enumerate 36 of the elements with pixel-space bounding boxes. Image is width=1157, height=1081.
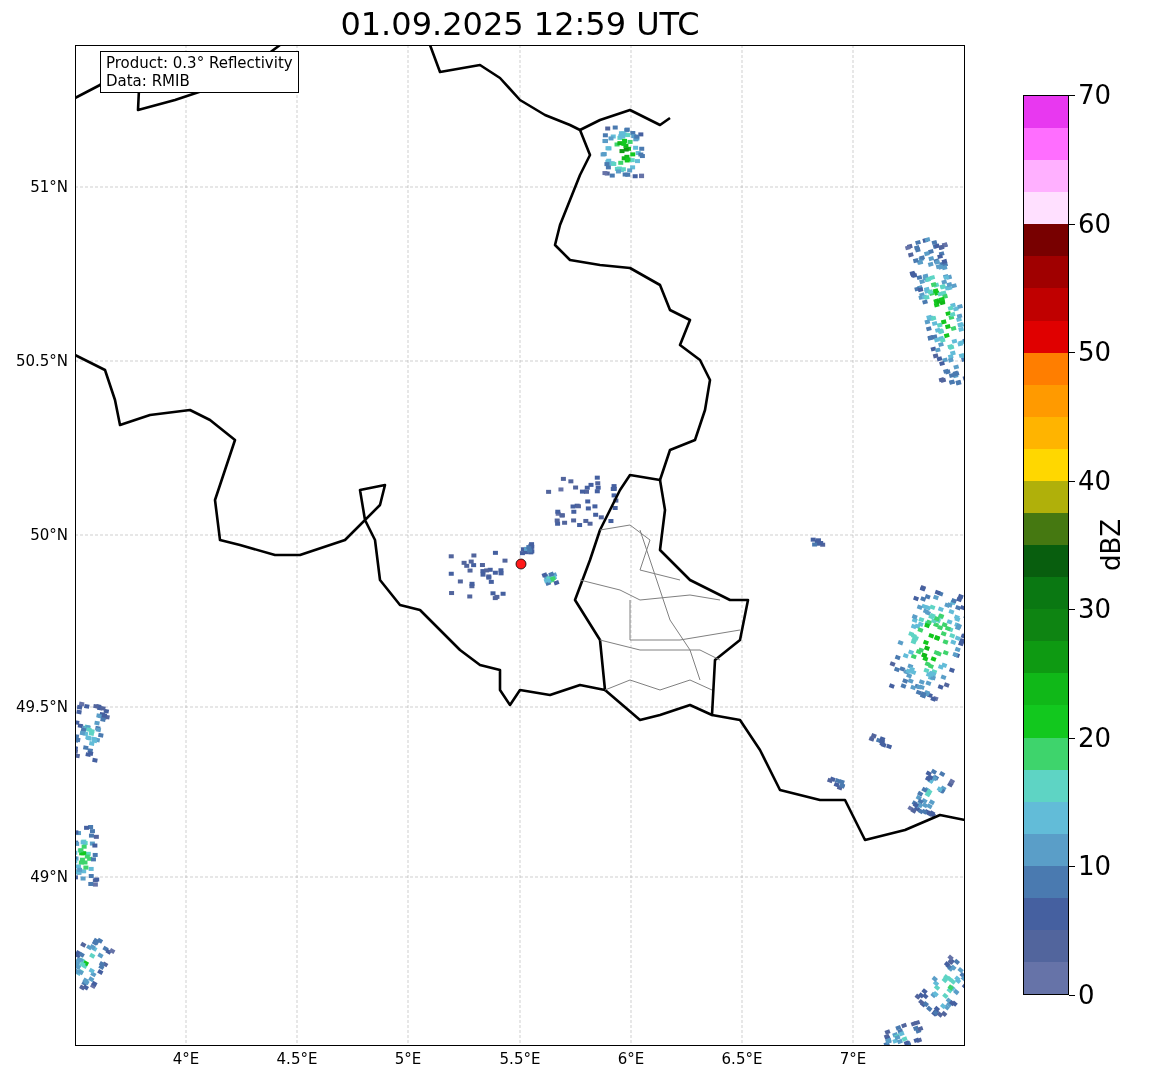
- colorbar-tick-label: 70: [1078, 80, 1112, 110]
- radar-echo: [810, 537, 826, 547]
- chart-title: 01.09.2025 12:59 UTC: [339, 4, 701, 44]
- axis-tick-label: 7°E: [838, 1050, 868, 1068]
- colorbar-tick-label: 0: [1078, 980, 1095, 1010]
- colorbar-tick-label: 60: [1078, 208, 1112, 239]
- info-text: Data: RMIB: [106, 72, 191, 90]
- radar-echo: [75, 825, 100, 887]
- radar-site-marker: [515, 558, 527, 570]
- axis-tick-label: 5°E: [393, 1050, 423, 1068]
- colorbar-tick-label: 50: [1078, 337, 1112, 368]
- axis-tick-label: 50°N: [29, 526, 68, 544]
- radar-echo: [541, 571, 560, 586]
- radar-echo: [600, 125, 645, 179]
- radar-echo: [75, 937, 116, 991]
- axis-tick-label: 50.5°N: [14, 352, 68, 370]
- axis-tick-label: 4°E: [171, 1050, 201, 1068]
- axis-tick-label: 4.5°E: [275, 1050, 319, 1068]
- axis-tick-label: 6.5°E: [720, 1050, 764, 1068]
- colorbar-tick-label: 40: [1078, 465, 1112, 496]
- colorbar-tick-label: 10: [1078, 851, 1112, 882]
- radar-echo: [826, 776, 846, 791]
- axis-tick-label: 49.5°N: [14, 698, 68, 716]
- radar-echo: [907, 768, 956, 819]
- radar-echo: [75, 701, 110, 763]
- info-text: Product: 0.3° Reflectivity: [106, 54, 293, 72]
- axis-tick-label: 6°E: [616, 1050, 646, 1068]
- colorbar-tick-label: 30: [1078, 594, 1112, 625]
- colorbar-tick-label: 20: [1078, 722, 1112, 753]
- radar-echo: [448, 550, 508, 601]
- colorbar-label: dBZ: [1096, 518, 1127, 572]
- axis-tick-label: 49°N: [29, 868, 68, 886]
- radar-echo: [868, 733, 893, 750]
- axis-tick-label: 51°N: [29, 178, 68, 196]
- radar-echo: [519, 542, 535, 556]
- axis-tick-label: 5.5°E: [498, 1050, 542, 1068]
